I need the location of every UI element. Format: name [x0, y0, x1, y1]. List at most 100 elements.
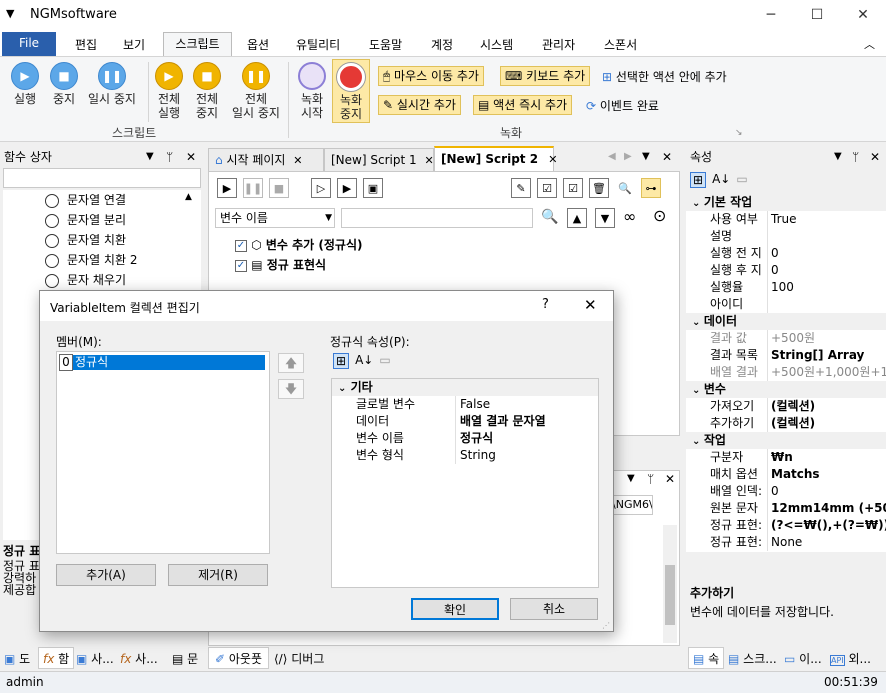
property-category[interactable]: ⌄ 변수 [686, 381, 886, 398]
maximize-button[interactable]: ☐ [794, 0, 840, 32]
pause-icon[interactable]: ❚❚ [243, 178, 263, 198]
checkbox[interactable]: ✓ [235, 259, 247, 272]
resize-grip-icon[interactable]: ⋰ [602, 621, 610, 630]
panel-close-icon[interactable]: ✕ [665, 472, 675, 486]
panel-dropdown-icon[interactable]: ▼ [627, 473, 635, 484]
scrollbar-thumb[interactable] [665, 565, 675, 625]
property-row[interactable]: 아이디 [686, 296, 886, 313]
collapse-ribbon-icon[interactable]: ︿ [864, 36, 875, 52]
categorized-icon[interactable]: ⊞ [333, 353, 350, 369]
tab-document[interactable]: ▣ 도 [4, 650, 30, 667]
sort-alpha-icon[interactable]: A↓ [355, 353, 373, 369]
move-up-icon[interactable]: ▲ [567, 208, 587, 228]
more-icon[interactable]: ⊙ [653, 206, 666, 225]
property-row[interactable]: 실행 전 지0 [686, 245, 886, 262]
move-down-button[interactable]: 🡇 [278, 379, 304, 399]
dialog-launcher-icon-2[interactable]: ↘ [735, 128, 743, 138]
move-down-icon[interactable]: ▼ [595, 208, 615, 228]
property-row[interactable]: 실행율 100 [686, 279, 886, 296]
tab-properties[interactable]: ▤ 속 [688, 647, 725, 669]
property-row[interactable]: 추가하기 (컬렉션) [686, 415, 886, 432]
action-immediate-add-button[interactable]: ▤ 액션 즉시 추가 [473, 95, 573, 115]
property-category[interactable]: ⌄ 기본 작업 [686, 194, 886, 211]
property-row[interactable]: 정규 표현: (?<=₩(),+(?=₩)) [686, 517, 886, 534]
dialog-property-row[interactable]: 변수 형식 String [332, 447, 598, 464]
categorized-icon[interactable]: ⊞ [690, 172, 707, 188]
variable-search-input[interactable] [341, 208, 533, 228]
dialog-property-row[interactable]: 글로벌 변수 False [332, 396, 598, 413]
pin-icon[interactable]: ᛘ [852, 146, 859, 168]
remove-button[interactable]: 제거(R) [168, 564, 268, 586]
menu-script[interactable]: 스크립트 [163, 32, 232, 57]
add-button[interactable]: 추가(A) [56, 564, 156, 586]
event-complete-button[interactable]: ⟳ 이벤트 완료 [586, 97, 659, 114]
tab-image[interactable]: ▭ 이... [784, 650, 822, 667]
record-stop-button[interactable]: 녹화 중지 [332, 59, 370, 123]
menu-edit[interactable]: 편집 [75, 36, 97, 53]
tab-close-icon[interactable]: ✕ [548, 153, 557, 166]
tab-scroll-left-icon[interactable]: ◀ [608, 151, 616, 162]
tree-node[interactable]: ✓ ⬡ 변수 추가 (정규식) [235, 236, 362, 253]
checkbox[interactable]: ✓ [235, 239, 247, 252]
pause-button[interactable]: ❚❚ 일시 중지 [84, 62, 140, 106]
property-row[interactable]: 배열 인덱: 0 [686, 483, 886, 500]
property-pages-icon[interactable]: ▭ [736, 172, 747, 188]
function-search-input[interactable] [3, 168, 201, 188]
list-item[interactable]: 문자열 분리 [3, 210, 201, 230]
tab-script-list[interactable]: ▤ 스크... [728, 650, 777, 667]
realtime-add-button[interactable]: ✎ 실시간 추가 [378, 95, 461, 115]
tab-script-1[interactable]: [New] Script 1 ✕ [324, 148, 434, 171]
sort-alpha-icon[interactable]: A↓ [712, 172, 730, 188]
menu-admin[interactable]: 관리자 [542, 36, 575, 53]
record-start-button[interactable]: 녹화 시작 [296, 62, 328, 120]
tab-external[interactable]: API 외... [830, 650, 871, 667]
stop-button[interactable]: ■ 중지 [46, 62, 82, 106]
tab-scroll-right-icon[interactable]: ▶ [624, 151, 632, 162]
play-icon[interactable]: ▶ [217, 178, 237, 198]
list-item[interactable]: 문자열 치환 2 [3, 250, 201, 270]
category-row[interactable]: ⌄ 기타 [332, 379, 598, 396]
dialog-property-row[interactable]: 변수 이름 정규식 [332, 430, 598, 447]
cancel-button[interactable]: 취소 [510, 598, 598, 620]
property-row[interactable]: 설명 [686, 228, 886, 245]
pin-icon[interactable]: ᛘ [647, 472, 654, 486]
dialog-property-row[interactable]: 데이터 배열 결과 문자열 [332, 413, 598, 430]
menu-view[interactable]: 보기 [123, 36, 145, 53]
step-icon[interactable]: ▷ [311, 178, 331, 198]
loop-icon[interactable]: ∞ [623, 207, 636, 226]
pause-all-button[interactable]: ❚❚ 전체 일시 중지 [228, 62, 284, 120]
check-all-icon[interactable]: ☑ [537, 178, 557, 198]
property-row[interactable]: 사용 여부 True [686, 211, 886, 228]
ok-button[interactable]: 확인 [411, 598, 499, 620]
menu-help[interactable]: 도움말 [369, 36, 402, 53]
tab-script-2[interactable]: [New] Script 2 ✕ [434, 146, 557, 171]
mouse-move-add-button[interactable]: 🖱 마우스 이동 추가 [378, 66, 484, 86]
run-all-button[interactable]: ▶ 전체 실행 [152, 62, 186, 120]
list-item[interactable]: 문자열 연결 [3, 190, 201, 210]
property-category[interactable]: ⌄ 작업 [686, 432, 886, 449]
list-item[interactable]: 0 정규식 [59, 354, 271, 371]
stop-icon[interactable]: ■ [269, 178, 289, 198]
panel-close-icon[interactable]: ✕ [186, 146, 196, 168]
property-row[interactable]: 실행 후 지0 [686, 262, 886, 279]
scroll-up-icon[interactable]: ▲ [185, 192, 192, 202]
menu-account[interactable]: 계정 [431, 36, 453, 53]
tab-list-icon[interactable]: ▼ [642, 151, 650, 162]
edit-icon[interactable]: ✎ [511, 178, 531, 198]
property-row[interactable]: 구분자 ₩n [686, 449, 886, 466]
property-row[interactable]: 매치 옵션 Matchs [686, 466, 886, 483]
file-menu[interactable]: File [2, 32, 56, 56]
panel-dropdown-icon[interactable]: ▼ [834, 146, 842, 168]
tree-icon[interactable]: ⊶ [641, 178, 661, 198]
doc-close-icon[interactable]: ✕ [662, 150, 672, 164]
property-pages-icon[interactable]: ▭ [379, 353, 390, 369]
menu-system[interactable]: 시스템 [480, 36, 513, 53]
run-button[interactable]: ▶ 실행 [8, 62, 42, 106]
panel-close-icon[interactable]: ✕ [870, 146, 880, 168]
tab-close-icon[interactable]: ✕ [293, 154, 302, 167]
dialog-close-button[interactable]: ✕ [584, 296, 597, 314]
variable-select[interactable]: 변수 이름 ▼ [215, 208, 335, 228]
delete-icon[interactable]: 🗑 [589, 178, 609, 198]
list-item[interactable]: 문자열 치환 [3, 230, 201, 250]
property-row[interactable]: 결과 목록 String[] Array [686, 347, 886, 364]
